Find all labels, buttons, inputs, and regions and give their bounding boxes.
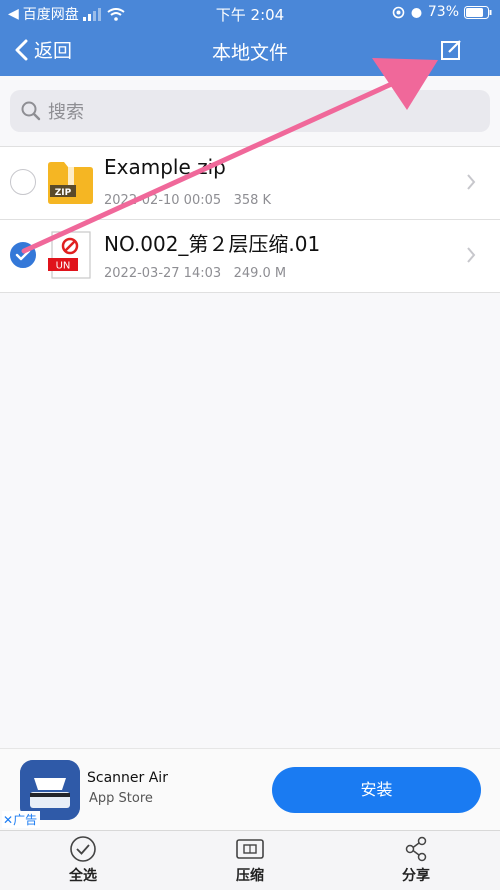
search-placeholder: 搜索 bbox=[48, 102, 84, 123]
file-name: NO.002_第２层压缩.01 bbox=[104, 232, 321, 256]
share-label: 分享 bbox=[402, 868, 430, 884]
file-meta: 2022-02-10 00:05 358 K bbox=[104, 193, 271, 208]
ad-app-name: Scanner Air bbox=[87, 770, 168, 786]
page-title: 本地文件 bbox=[211, 42, 288, 64]
orientation-lock-icon bbox=[392, 6, 405, 18]
zip-folder-icon: ZIP bbox=[48, 162, 93, 204]
search-input[interactable]: 搜索 bbox=[10, 90, 490, 132]
chevron-right-icon bbox=[467, 247, 476, 263]
chevron-right-icon bbox=[467, 174, 476, 190]
select-radio[interactable] bbox=[10, 169, 36, 195]
select-all-label: 全选 bbox=[69, 868, 97, 884]
check-circle-icon bbox=[70, 836, 96, 862]
share-button[interactable]: 分享 bbox=[376, 835, 456, 885]
battery-icon bbox=[464, 5, 492, 19]
nav-bar: 返回 本地文件 bbox=[0, 26, 500, 76]
battery-percent: 73% bbox=[427, 4, 459, 20]
unknown-file-icon: UN bbox=[48, 231, 91, 279]
un-icon-label: UN bbox=[56, 261, 71, 272]
edit-icon[interactable] bbox=[440, 38, 464, 62]
search-section: 搜索 bbox=[0, 76, 500, 146]
file-date: 2022-03-27 14:03 bbox=[104, 266, 222, 281]
file-size: 358 K bbox=[233, 193, 272, 208]
file-list: ZIP Example.zip 2022-02-10 00:05 358 K U… bbox=[0, 146, 500, 293]
status-right: 73% bbox=[392, 4, 492, 20]
close-icon[interactable]: ✕ bbox=[3, 813, 13, 827]
compress-icon bbox=[236, 839, 264, 859]
ad-banner: Scanner Air App Store 安装 ✕广告 bbox=[0, 748, 500, 831]
select-all-button[interactable]: 全选 bbox=[43, 835, 123, 885]
compress-label: 压缩 bbox=[236, 868, 264, 884]
share-icon bbox=[405, 836, 427, 862]
file-meta: 2022-03-27 14:03 249.0 M bbox=[104, 266, 286, 281]
file-name: Example.zip bbox=[104, 155, 226, 179]
alarm-icon bbox=[411, 7, 422, 18]
ad-store-name: App Store bbox=[89, 791, 153, 806]
ad-tag-label: 广告 bbox=[13, 813, 38, 827]
file-size: 249.0 M bbox=[233, 266, 287, 281]
file-row-example-zip[interactable]: ZIP Example.zip 2022-02-10 00:05 358 K bbox=[0, 147, 500, 219]
status-bar: ◀ 百度网盘 下午 2:04 73% bbox=[0, 0, 500, 26]
zip-icon-label: ZIP bbox=[55, 188, 72, 198]
compress-button[interactable]: 压缩 bbox=[210, 835, 290, 885]
file-row-no002[interactable]: UN NO.002_第２层压缩.01 2022-03-27 14:03 249.… bbox=[0, 219, 500, 292]
checkmark-icon bbox=[15, 249, 30, 260]
ad-tag[interactable]: ✕广告 bbox=[2, 811, 41, 828]
file-date: 2022-02-10 00:05 bbox=[104, 193, 222, 208]
select-radio-checked[interactable] bbox=[10, 242, 36, 268]
bottom-toolbar: 全选 压缩 分享 bbox=[0, 830, 500, 890]
search-icon bbox=[21, 101, 41, 121]
install-button[interactable]: 安装 bbox=[272, 767, 481, 813]
